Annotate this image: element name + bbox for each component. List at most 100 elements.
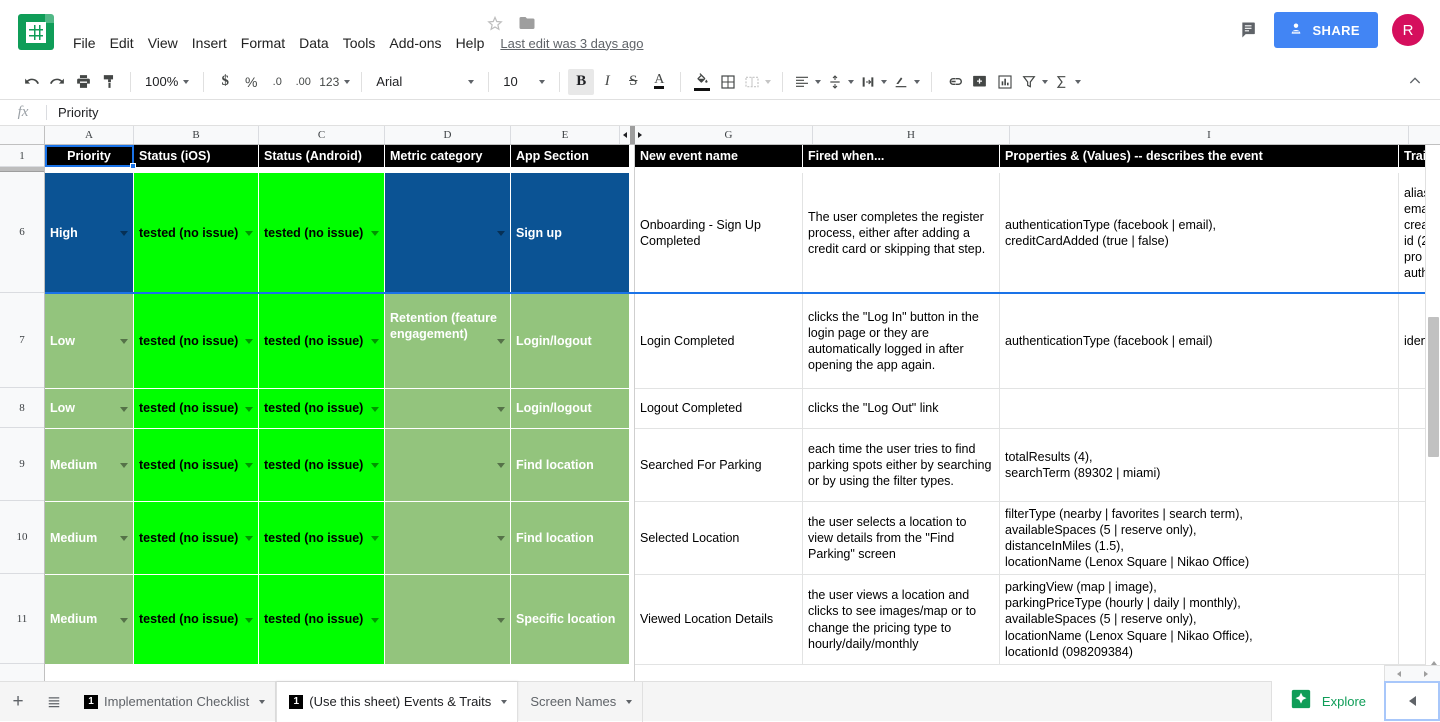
- cell-e8[interactable]: Login/logout: [511, 389, 630, 429]
- insert-comment-icon[interactable]: [966, 69, 992, 95]
- cell-g7[interactable]: Login Completed: [635, 294, 803, 389]
- menu-insert[interactable]: Insert: [185, 32, 234, 54]
- cell-b9[interactable]: tested (no issue): [134, 429, 259, 502]
- cell-h9[interactable]: each time the user tries to find parking…: [803, 429, 1000, 502]
- data-validation-arrow[interactable]: [497, 536, 505, 541]
- vertical-scrollbar[interactable]: [1425, 145, 1440, 686]
- cell-e9[interactable]: Find location: [511, 429, 630, 502]
- cell-i8[interactable]: [1000, 389, 1399, 429]
- bold-button[interactable]: B: [568, 69, 594, 95]
- collapse-panel-button[interactable]: [1384, 681, 1440, 721]
- collapse-toolbar-icon[interactable]: [1404, 70, 1426, 92]
- horizontal-scroll-mini[interactable]: [1384, 665, 1440, 681]
- cell-g9[interactable]: Searched For Parking: [635, 429, 803, 502]
- data-validation-arrow[interactable]: [120, 536, 128, 541]
- column-header-i[interactable]: I: [1010, 126, 1409, 144]
- data-validation-arrow[interactable]: [497, 407, 505, 412]
- menu-help[interactable]: Help: [449, 32, 492, 54]
- cell-a10[interactable]: Medium: [45, 502, 134, 575]
- cell-a6[interactable]: High: [45, 173, 134, 294]
- scroll-left-icon[interactable]: [1397, 671, 1401, 677]
- cell-c8[interactable]: tested (no issue): [259, 389, 385, 429]
- percent-format-button[interactable]: %: [238, 69, 264, 95]
- borders-icon[interactable]: [715, 69, 741, 95]
- cell-c10[interactable]: tested (no issue): [259, 502, 385, 575]
- cell-a11[interactable]: Medium: [45, 575, 134, 665]
- print-icon[interactable]: [70, 69, 96, 95]
- cell-b6[interactable]: tested (no issue): [134, 173, 259, 294]
- row-header-8[interactable]: 8: [0, 388, 44, 428]
- cell-i10[interactable]: filterType (nearby | favorites | search …: [1000, 502, 1399, 575]
- explore-button[interactable]: Explore: [1271, 681, 1384, 721]
- cell-b8[interactable]: tested (no issue): [134, 389, 259, 429]
- merge-cells-icon[interactable]: [741, 69, 774, 95]
- cell-d10[interactable]: [385, 502, 511, 575]
- cell-g8[interactable]: Logout Completed: [635, 389, 803, 429]
- functions-sigma-icon[interactable]: [1051, 69, 1084, 95]
- menu-tools[interactable]: Tools: [336, 32, 383, 54]
- row-header-10[interactable]: 10: [0, 501, 44, 574]
- column-header-j[interactable]: [1409, 126, 1440, 144]
- data-validation-arrow[interactable]: [120, 407, 128, 412]
- column-header-b[interactable]: B: [134, 126, 259, 144]
- font-family-selector[interactable]: Arial: [370, 69, 480, 95]
- data-validation-arrow[interactable]: [120, 463, 128, 468]
- row-header-6[interactable]: 6: [0, 172, 44, 293]
- sheet-tab-implementation-checklist[interactable]: 1 Implementation Checklist: [72, 682, 276, 722]
- frozen-column-right-arrow[interactable]: [635, 126, 645, 144]
- filter-icon[interactable]: [1018, 69, 1051, 95]
- menu-file[interactable]: File: [66, 32, 103, 54]
- data-validation-arrow[interactable]: [497, 618, 505, 623]
- column-header-a[interactable]: A: [45, 126, 134, 144]
- data-validation-arrow[interactable]: [371, 463, 379, 468]
- data-validation-arrow[interactable]: [245, 339, 253, 344]
- redo-icon[interactable]: [44, 69, 70, 95]
- cell-g6[interactable]: Onboarding - Sign Up Completed: [635, 173, 803, 294]
- row-header-11[interactable]: 11: [0, 574, 44, 664]
- row-header-7[interactable]: 7: [0, 293, 44, 388]
- comment-icon[interactable]: [1238, 19, 1260, 41]
- cell-g11[interactable]: Viewed Location Details: [635, 575, 803, 665]
- header-cell-status-android[interactable]: Status (Android): [259, 145, 385, 167]
- cell-e6[interactable]: Sign up: [511, 173, 630, 294]
- cell-b10[interactable]: tested (no issue): [134, 502, 259, 575]
- column-header-c[interactable]: C: [259, 126, 385, 144]
- cell-h6[interactable]: The user completes the register process,…: [803, 173, 1000, 294]
- column-header-h[interactable]: H: [813, 126, 1010, 144]
- scroll-right-icon[interactable]: [1424, 671, 1428, 677]
- text-wrap-icon[interactable]: [857, 69, 890, 95]
- data-validation-arrow[interactable]: [371, 407, 379, 412]
- data-validation-arrow[interactable]: [371, 339, 379, 344]
- vertical-align-icon[interactable]: [824, 69, 857, 95]
- data-validation-arrow[interactable]: [120, 231, 128, 236]
- data-validation-arrow[interactable]: [497, 231, 505, 236]
- header-cell-new-event-name[interactable]: New event name: [635, 145, 803, 167]
- sheet-tab-events-and-traits[interactable]: 1 (Use this sheet) Events & Traits: [276, 682, 518, 722]
- data-validation-arrow[interactable]: [245, 231, 253, 236]
- cell-i6[interactable]: authenticationType (facebook | email), c…: [1000, 173, 1399, 294]
- google-sheets-logo[interactable]: [18, 14, 54, 50]
- data-validation-arrow[interactable]: [245, 463, 253, 468]
- chevron-down-icon[interactable]: [501, 700, 507, 704]
- cell-i11[interactable]: parkingView (map | image), parkingPriceT…: [1000, 575, 1399, 665]
- data-validation-arrow[interactable]: [245, 536, 253, 541]
- menu-format[interactable]: Format: [234, 32, 292, 54]
- more-formats-button[interactable]: 123: [316, 69, 353, 95]
- menu-data[interactable]: Data: [292, 32, 336, 54]
- header-cell-properties-values[interactable]: Properties & (Values) -- describes the e…: [1000, 145, 1399, 167]
- cell-c11[interactable]: tested (no issue): [259, 575, 385, 665]
- fill-color-icon[interactable]: [689, 69, 715, 95]
- menu-edit[interactable]: Edit: [103, 32, 141, 54]
- cell-g10[interactable]: Selected Location: [635, 502, 803, 575]
- chevron-down-icon[interactable]: [259, 700, 265, 704]
- data-validation-arrow[interactable]: [371, 231, 379, 236]
- cell-h11[interactable]: the user views a location and clicks to …: [803, 575, 1000, 665]
- cell-h10[interactable]: the user selects a location to view deta…: [803, 502, 1000, 575]
- italic-button[interactable]: I: [594, 69, 620, 95]
- cell-h8[interactable]: clicks the "Log Out" link: [803, 389, 1000, 429]
- data-validation-arrow[interactable]: [497, 339, 505, 344]
- decrease-decimal-button[interactable]: .0: [264, 69, 290, 95]
- cell-c6[interactable]: tested (no issue): [259, 173, 385, 294]
- cell-b7[interactable]: tested (no issue): [134, 294, 259, 389]
- formula-input[interactable]: Priority: [47, 105, 1440, 120]
